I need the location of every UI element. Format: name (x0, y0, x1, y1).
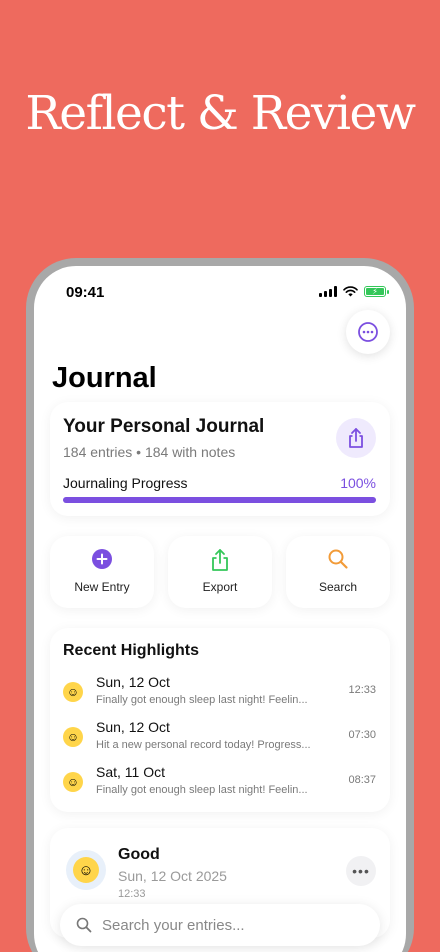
promo-headline: Reflect & Review (25, 86, 416, 141)
entry-time: 12:33 (118, 888, 146, 900)
highlight-item[interactable]: ☺ Sun, 12 Oct Hit a new personal record … (63, 719, 376, 755)
search-input[interactable]: Search your entries... (60, 904, 380, 946)
smile-emoji-icon: ☺ (73, 857, 99, 883)
battery-icon: ⚡ (364, 286, 389, 297)
highlight-snippet: Hit a new personal record today! Progres… (96, 739, 311, 751)
smile-emoji-icon: ☺ (63, 682, 83, 702)
status-bar: 09:41 ⚡ (34, 284, 406, 304)
summary-subtitle: 184 entries • 184 with notes (63, 444, 236, 460)
progress-label: Journaling Progress (63, 475, 188, 491)
highlight-item[interactable]: ☺ Sun, 12 Oct Finally got enough sleep l… (63, 674, 376, 710)
search-icon (328, 549, 348, 569)
share-button[interactable] (336, 418, 376, 458)
highlight-time: 08:37 (348, 774, 376, 786)
cellular-signal-icon (319, 286, 337, 297)
export-button[interactable]: Export (168, 536, 272, 608)
journal-summary-card: Your Personal Journal 184 entries • 184 … (50, 402, 390, 516)
highlight-snippet: Finally got enough sleep last night! Fee… (96, 784, 308, 796)
entry-mood: Good (118, 846, 160, 863)
progress-bar (63, 497, 376, 503)
mood-avatar: ☺ (66, 850, 106, 890)
share-icon (349, 428, 363, 448)
progress-bar-fill (63, 497, 376, 503)
status-time: 09:41 (66, 284, 105, 301)
search-button[interactable]: Search (286, 536, 390, 608)
highlight-time: 12:33 (348, 684, 376, 696)
ellipsis-icon: ••• (352, 863, 370, 879)
ellipsis-circle-icon (358, 322, 378, 342)
smile-emoji-icon: ☺ (63, 727, 83, 747)
export-label: Export (202, 580, 238, 594)
more-options-button[interactable] (346, 310, 390, 354)
highlight-snippet: Finally got enough sleep last night! Fee… (96, 694, 308, 706)
search-label: Search (318, 580, 358, 594)
highlight-time: 07:30 (348, 729, 376, 741)
page-title: Journal (52, 362, 157, 394)
highlights-title: Recent Highlights (63, 642, 200, 659)
recent-highlights-card: Recent Highlights ☺ Sun, 12 Oct Finally … (50, 628, 390, 812)
progress-value: 100% (340, 475, 376, 491)
search-icon (76, 917, 92, 933)
app-screen: 09:41 ⚡ Journal Your Personal Journal 18… (34, 266, 406, 952)
entry-more-button[interactable]: ••• (346, 856, 376, 886)
highlight-date: Sun, 12 Oct (96, 719, 170, 735)
search-placeholder: Search your entries... (102, 916, 245, 934)
highlight-item[interactable]: ☺ Sat, 11 Oct Finally got enough sleep l… (63, 764, 376, 800)
new-entry-button[interactable]: New Entry (50, 536, 154, 608)
plus-circle-icon (92, 549, 112, 569)
phone-frame: 09:41 ⚡ Journal Your Personal Journal 18… (26, 258, 414, 952)
wifi-icon (343, 286, 358, 297)
share-icon (212, 549, 228, 571)
summary-title: Your Personal Journal (63, 416, 265, 437)
status-icons: ⚡ (319, 286, 389, 297)
smile-emoji-icon: ☺ (63, 772, 83, 792)
entry-date: Sun, 12 Oct 2025 (118, 868, 227, 884)
highlight-date: Sun, 12 Oct (96, 674, 170, 690)
highlight-date: Sat, 11 Oct (96, 764, 165, 780)
new-entry-label: New Entry (74, 580, 130, 594)
